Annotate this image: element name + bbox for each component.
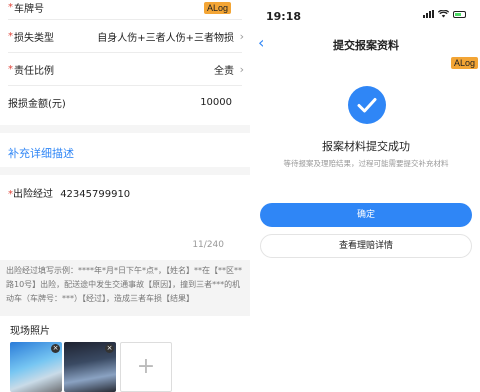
loss-amount-row[interactable]: 报损金额(元) 10000 xyxy=(8,86,242,119)
remove-photo-icon[interactable]: × xyxy=(51,344,60,353)
status-icons xyxy=(423,10,466,18)
section-divider xyxy=(0,167,250,175)
nav-bar: ‹ 提交报案资料 xyxy=(252,30,480,58)
required-marker: * xyxy=(8,63,13,75)
status-bar: 19:18 xyxy=(252,0,480,30)
loss-type-value[interactable]: 自身人伤+三者人伤+三者物损 xyxy=(97,29,234,44)
loss-amount-value[interactable]: 10000 xyxy=(200,97,232,108)
remove-photo-icon[interactable]: × xyxy=(105,344,114,353)
loss-amount-label: 报损金额(元) xyxy=(8,99,66,110)
plate-number-label: 车牌号 xyxy=(14,4,44,15)
view-claim-details-button[interactable]: 查看理赔详情 xyxy=(260,234,472,258)
wifi-icon xyxy=(438,10,449,18)
description-hint: 出险经过填写示例：****年*月*日下午*点*，【姓名】**在【**区**路10… xyxy=(0,260,250,316)
page-title: 提交报案资料 xyxy=(333,39,399,52)
chevron-right-icon: › xyxy=(239,29,244,43)
alog-badge: ALog xyxy=(451,57,479,69)
liability-ratio-label: 责任比例 xyxy=(14,65,54,77)
accident-description-field[interactable]: *出险经过 42345799910 xyxy=(0,175,250,200)
accident-description-label: 出险经过 xyxy=(13,189,53,200)
required-marker: * xyxy=(8,30,13,42)
battery-icon xyxy=(453,10,466,18)
accident-description-input[interactable]: 42345799910 xyxy=(60,189,130,200)
success-subtitle: 等待报案及理赔结果，过程可能需要提交补充材料 xyxy=(283,159,449,168)
confirm-button[interactable]: 确定 xyxy=(260,203,472,227)
section-divider xyxy=(0,125,250,133)
signal-icon xyxy=(423,10,434,18)
liability-ratio-value[interactable]: 全责 xyxy=(214,62,234,77)
submission-success-screen: 19:18 ‹ 提交报案资料 ALog 报案材料提交成功 等待报案及理赔结果，过… xyxy=(252,0,480,392)
section-title-supplement: 补充详细描述 xyxy=(8,147,74,160)
success-title: 报案材料提交成功 xyxy=(322,140,410,153)
scene-photo-thumbnail[interactable]: × xyxy=(10,342,62,392)
scene-photos-title: 现场照片 xyxy=(10,326,50,337)
loss-type-row[interactable]: * 损失类型 自身人伤+三者人伤+三者物损 › xyxy=(8,20,244,53)
loss-type-label: 损失类型 xyxy=(14,32,54,44)
char-counter: 11/240 xyxy=(192,240,224,250)
liability-ratio-row[interactable]: * 责任比例 全责 › xyxy=(8,53,244,86)
scene-photo-thumbnail[interactable]: × xyxy=(64,342,116,392)
success-check-icon xyxy=(348,86,386,124)
chevron-right-icon: › xyxy=(239,62,244,76)
claim-form-panel: * 车牌号 新A * 损失类型 自身人伤+三者人伤+三者物损 › * 责任比例 … xyxy=(0,0,250,392)
add-photo-button[interactable]: + xyxy=(120,342,172,392)
alog-badge: ALog xyxy=(204,2,232,14)
status-time: 19:18 xyxy=(266,10,302,23)
required-marker: * xyxy=(8,2,13,13)
